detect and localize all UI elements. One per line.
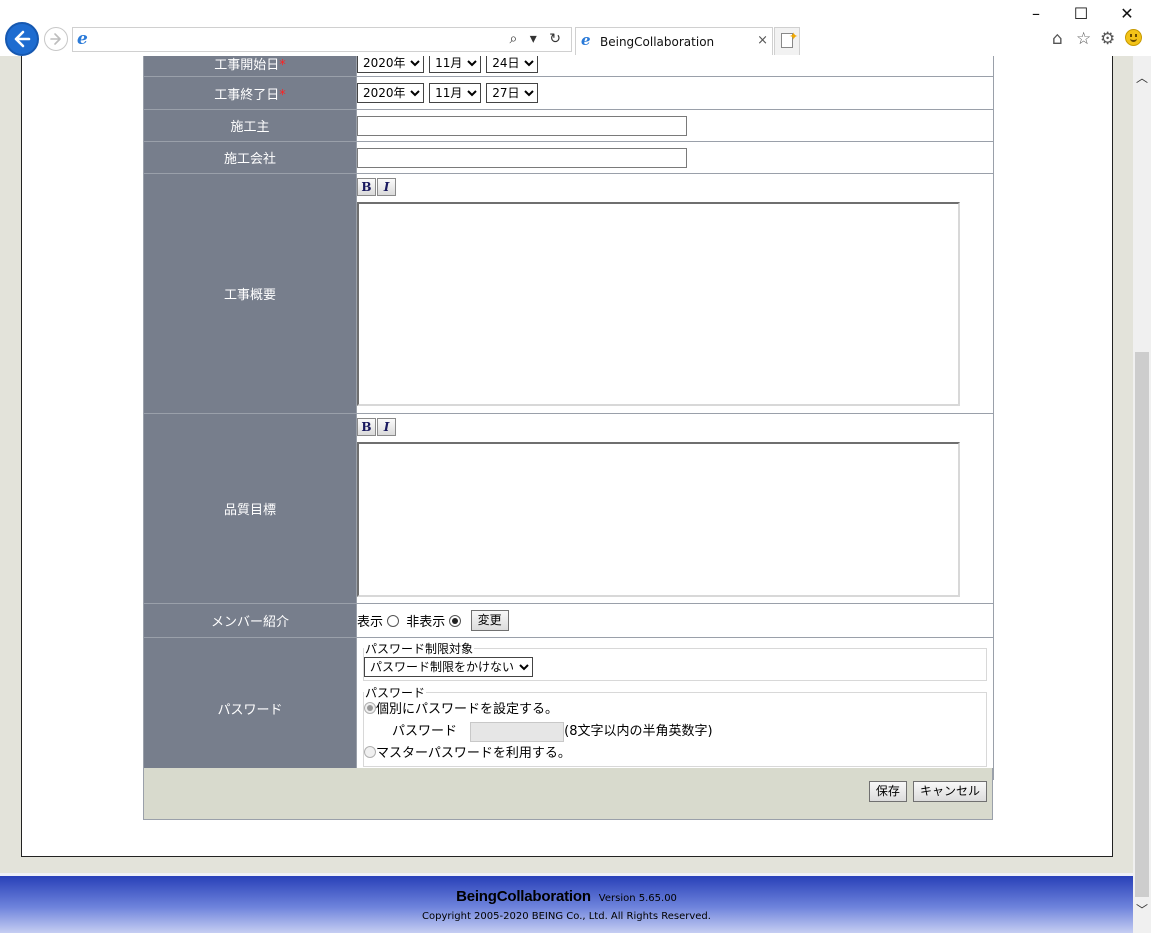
- password-restriction-group: パスワード制限対象 パスワード制限をかけない: [363, 640, 987, 681]
- feedback-smiley-icon[interactable]: [1125, 29, 1142, 46]
- content-frame: 工事開始日* 2020年 11月 24日 工事終了日* 2020年 11月 27…: [21, 56, 1113, 857]
- owner-input[interactable]: [357, 115, 687, 136]
- password-hint: (8文字以内の半角英数字): [564, 724, 713, 739]
- password-input[interactable]: [470, 721, 565, 742]
- footer-version: Version 5.65.00: [598, 893, 677, 904]
- scroll-down-icon[interactable]: ﹀: [1136, 901, 1148, 918]
- master-password-label: マスターパスワードを利用する。: [376, 746, 571, 761]
- close-window-button[interactable]: ✕: [1115, 4, 1139, 23]
- required-mark: *: [279, 87, 286, 103]
- back-arrow-icon: [14, 30, 31, 48]
- quality-label: 品質目標: [143, 413, 357, 604]
- summary-editor[interactable]: [357, 202, 960, 406]
- individual-password-label: 個別にパスワードを設定する。: [376, 702, 559, 717]
- company-label: 施工会社: [143, 141, 357, 174]
- password-restriction-legend: パスワード制限対象: [365, 642, 474, 656]
- owner-row: 施工主: [143, 109, 994, 142]
- owner-label: 施工主: [143, 109, 357, 142]
- summary-toolbar: BI: [357, 178, 993, 202]
- favorites-icon[interactable]: ☆: [1076, 29, 1091, 49]
- end-day-select[interactable]: 27日: [486, 83, 539, 103]
- forward-arrow-icon: [50, 33, 61, 45]
- quality-row: 品質目標 BI: [143, 413, 994, 604]
- start-date-row: 工事開始日* 2020年 11月 24日: [143, 56, 994, 77]
- tab-title: BeingCollaboration: [600, 35, 715, 49]
- italic-button[interactable]: I: [377, 178, 396, 196]
- back-button[interactable]: [5, 22, 39, 56]
- form-action-bar: 保存 キャンセル: [143, 768, 993, 820]
- required-mark: *: [279, 58, 286, 73]
- vertical-scrollbar[interactable]: ︿ ﹀: [1133, 56, 1151, 933]
- end-year-select[interactable]: 2020年: [357, 83, 424, 103]
- forward-button[interactable]: [44, 27, 68, 51]
- tab-close-icon[interactable]: ×: [757, 33, 768, 48]
- address-tools-icons[interactable]: ⌕ ▾ ↻: [510, 31, 566, 47]
- bold-button[interactable]: B: [357, 418, 376, 436]
- address-bar[interactable]: e ⌕ ▾ ↻: [72, 27, 572, 52]
- hide-option-label: 非表示: [406, 615, 446, 630]
- start-date-label: 工事開始日*: [143, 56, 357, 77]
- summary-label: 工事概要: [143, 173, 357, 414]
- end-date-label: 工事終了日*: [143, 76, 357, 110]
- site-footer: BeingCollaboration Version 5.65.00 Copyri…: [0, 873, 1133, 933]
- tab-ie-logo-icon: e: [581, 31, 591, 49]
- quality-editor[interactable]: [357, 442, 960, 597]
- page-viewport: 工事開始日* 2020年 11月 24日 工事終了日* 2020年 11月 27…: [0, 56, 1133, 933]
- minimize-button[interactable]: –: [1024, 4, 1048, 23]
- browser-chrome: e ⌕ ▾ ↻ e BeingCollaboration × ✦ – ☐ ✕ ⌂…: [0, 0, 1151, 56]
- end-date-row: 工事終了日* 2020年 11月 27日: [143, 76, 994, 110]
- password-legend: パスワード: [365, 686, 426, 700]
- maximize-button[interactable]: ☐: [1069, 4, 1093, 23]
- members-row: メンバー紹介 表示 非表示 変更: [143, 603, 994, 638]
- password-group: パスワード 個別にパスワードを設定する。 パスワード (8文字以内の半角英数字)…: [363, 684, 987, 767]
- bold-button[interactable]: B: [357, 178, 376, 196]
- individual-password-radio[interactable]: [364, 702, 376, 714]
- settings-gear-icon[interactable]: ⚙: [1100, 29, 1115, 49]
- ie-logo-icon: e: [77, 29, 88, 49]
- hide-radio[interactable]: [449, 615, 462, 627]
- password-label: パスワード: [143, 637, 357, 780]
- show-radio[interactable]: [387, 615, 400, 627]
- start-day-select[interactable]: 24日: [486, 56, 539, 73]
- new-tab-button[interactable]: ✦: [774, 27, 800, 55]
- show-option-label: 表示: [357, 615, 384, 630]
- italic-button[interactable]: I: [377, 418, 396, 436]
- footer-brand: BeingCollaboration: [456, 888, 591, 905]
- scroll-up-icon[interactable]: ︿: [1136, 69, 1148, 86]
- master-password-radio[interactable]: [364, 746, 376, 758]
- project-form-table: 工事開始日* 2020年 11月 24日 工事終了日* 2020年 11月 27…: [143, 56, 994, 780]
- summary-row: 工事概要 BI: [143, 173, 994, 414]
- start-year-select[interactable]: 2020年: [357, 56, 424, 73]
- browser-tab[interactable]: e BeingCollaboration ×: [575, 27, 773, 55]
- start-month-select[interactable]: 11月: [429, 56, 482, 73]
- company-input[interactable]: [357, 147, 687, 168]
- password-field-label: パスワード: [392, 724, 458, 739]
- change-members-button[interactable]: 変更: [470, 610, 509, 631]
- password-restriction-select[interactable]: パスワード制限をかけない: [364, 657, 533, 677]
- quality-toolbar: BI: [357, 418, 993, 442]
- password-row: パスワード パスワード制限対象 パスワード制限をかけない パスワード 個別にパス…: [143, 637, 994, 780]
- footer-copyright: Copyright 2005-2020 BEING Co., Ltd. All …: [422, 911, 711, 922]
- end-month-select[interactable]: 11月: [429, 83, 482, 103]
- company-row: 施工会社: [143, 141, 994, 174]
- scrollbar-thumb[interactable]: [1135, 352, 1149, 897]
- save-button[interactable]: 保存: [868, 781, 907, 802]
- home-icon[interactable]: ⌂: [1052, 29, 1063, 49]
- members-label: メンバー紹介: [143, 603, 357, 638]
- cancel-button[interactable]: キャンセル: [912, 781, 987, 802]
